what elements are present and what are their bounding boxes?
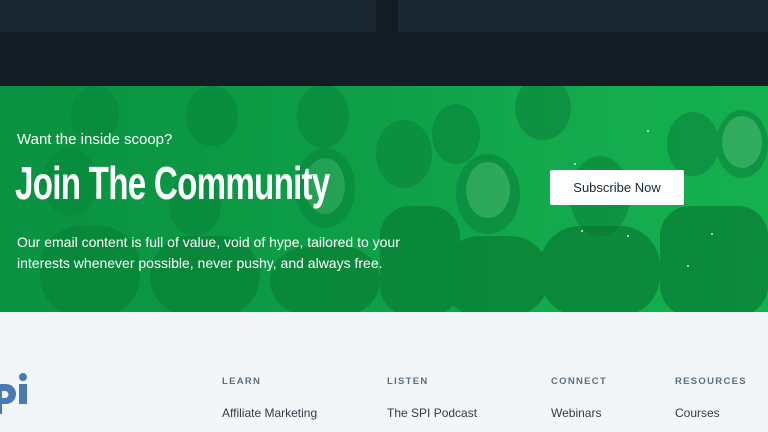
footer-link-courses[interactable]: Courses (675, 406, 747, 420)
footer-link-spi-podcast[interactable]: The SPI Podcast (387, 406, 477, 420)
footer-column-connect: CONNECT Webinars (551, 376, 607, 420)
banner-headline: Join The Community (15, 157, 330, 209)
footer-column-listen: LISTEN The SPI Podcast (387, 376, 477, 420)
footer-link-affiliate-marketing[interactable]: Affiliate Marketing (222, 406, 317, 420)
footer-column-learn: LEARN Affiliate Marketing (222, 376, 317, 420)
banner-description: Our email content is full of value, void… (17, 234, 400, 271)
banner-eyebrow: Want the inside scoop? (17, 131, 173, 148)
site-footer: LEARN Affiliate Marketing LISTEN The SPI… (0, 312, 768, 432)
footer-heading-listen: LISTEN (387, 376, 429, 387)
top-card-right (398, 0, 768, 32)
footer-heading-connect: CONNECT (551, 376, 608, 387)
spi-logo-icon[interactable] (0, 372, 32, 416)
top-card-left (0, 0, 376, 32)
footer-heading-resources: RESOURCES (675, 376, 747, 387)
subscribe-now-button[interactable]: Subscribe Now (550, 170, 684, 205)
footer-link-webinars[interactable]: Webinars (551, 406, 607, 420)
footer-heading-learn: LEARN (222, 376, 262, 387)
top-dark-section (0, 0, 768, 86)
community-banner: Want the inside scoop? Join The Communit… (0, 86, 768, 312)
footer-column-resources: RESOURCES Courses (675, 376, 747, 420)
